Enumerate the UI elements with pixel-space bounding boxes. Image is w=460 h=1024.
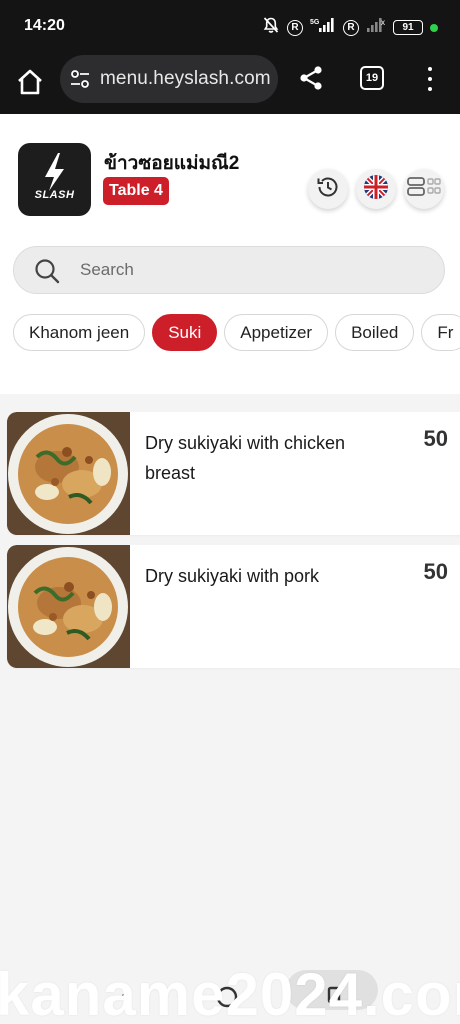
category-tabs: Khanom jeen Suki Appetizer Boiled Fr (13, 314, 460, 352)
menu-item[interactable]: Dry sukiyaki with pork 50 (7, 545, 460, 668)
category-chip-appetizer[interactable]: Appetizer (224, 314, 329, 351)
watermark-text: kaname2024.com (0, 962, 460, 1024)
menu-item-list: Dry sukiyaki with chicken breast 50 Dry … (7, 412, 460, 678)
language-button[interactable] (356, 169, 396, 209)
status-bar: 14:20 R 5G R x 91 (0, 0, 460, 52)
svg-text:x: x (381, 18, 385, 27)
restaurant-name: ข้าวซอยแม่มณี2 (104, 153, 240, 174)
more-menu-icon[interactable] (420, 64, 440, 94)
order-history-button[interactable] (308, 169, 348, 209)
item-price: 50 (423, 426, 448, 451)
table-badge: Table 4 (103, 177, 169, 205)
search-icon (34, 258, 60, 284)
item-name: Dry sukiyaki with chicken breast (145, 433, 346, 483)
view-toggle-button[interactable] (404, 169, 444, 209)
category-chip-suki[interactable]: Suki (152, 314, 218, 351)
tab-switcher-button[interactable]: 19 (360, 66, 384, 90)
url-text[interactable]: menu.heyslash.com (100, 68, 271, 90)
mute-notifications-icon (262, 16, 280, 39)
browser-toolbar: menu.heyslash.com 19 (0, 52, 460, 114)
category-chip-boiled[interactable]: Boiled (335, 314, 415, 351)
status-time: 14:20 (24, 17, 65, 34)
battery-icon: 91 (393, 20, 423, 35)
category-chip-fr[interactable]: Fr (421, 314, 460, 351)
address-bar[interactable]: menu.heyslash.com (60, 55, 278, 103)
status-icons: R 5G R x 91 (262, 16, 438, 39)
slash-logo: SLASH (18, 143, 91, 216)
menu-item[interactable]: Dry sukiyaki with chicken breast 50 (7, 412, 460, 535)
item-price: 50 (423, 559, 448, 584)
share-icon[interactable] (296, 63, 326, 93)
search-box[interactable] (13, 246, 445, 294)
watermark: kaname2024.com (0, 962, 460, 1024)
svg-text:5G: 5G (310, 19, 320, 26)
history-icon (315, 174, 341, 205)
logo-text: SLASH (34, 189, 75, 201)
privacy-dot-icon (430, 23, 438, 32)
category-chip-khanom-jeen[interactable]: Khanom jeen (13, 314, 146, 351)
signal-weak-icon: x (366, 17, 386, 38)
site-settings-icon[interactable] (68, 67, 92, 91)
home-icon[interactable] (14, 66, 46, 98)
item-name: Dry sukiyaki with pork (145, 566, 320, 586)
food-image (7, 545, 130, 668)
restaurant-header: SLASH ข้าวซอยแม่มณี2 Table 4 Search Khan… (0, 114, 460, 394)
signal-5g-icon: 5G (310, 17, 336, 38)
list-grid-toggle-icon (407, 176, 441, 203)
uk-flag-icon (363, 174, 389, 205)
search-input[interactable] (80, 248, 420, 292)
roaming-icon-2: R (343, 19, 359, 36)
food-image (7, 412, 130, 535)
roaming-icon: R (287, 19, 303, 36)
